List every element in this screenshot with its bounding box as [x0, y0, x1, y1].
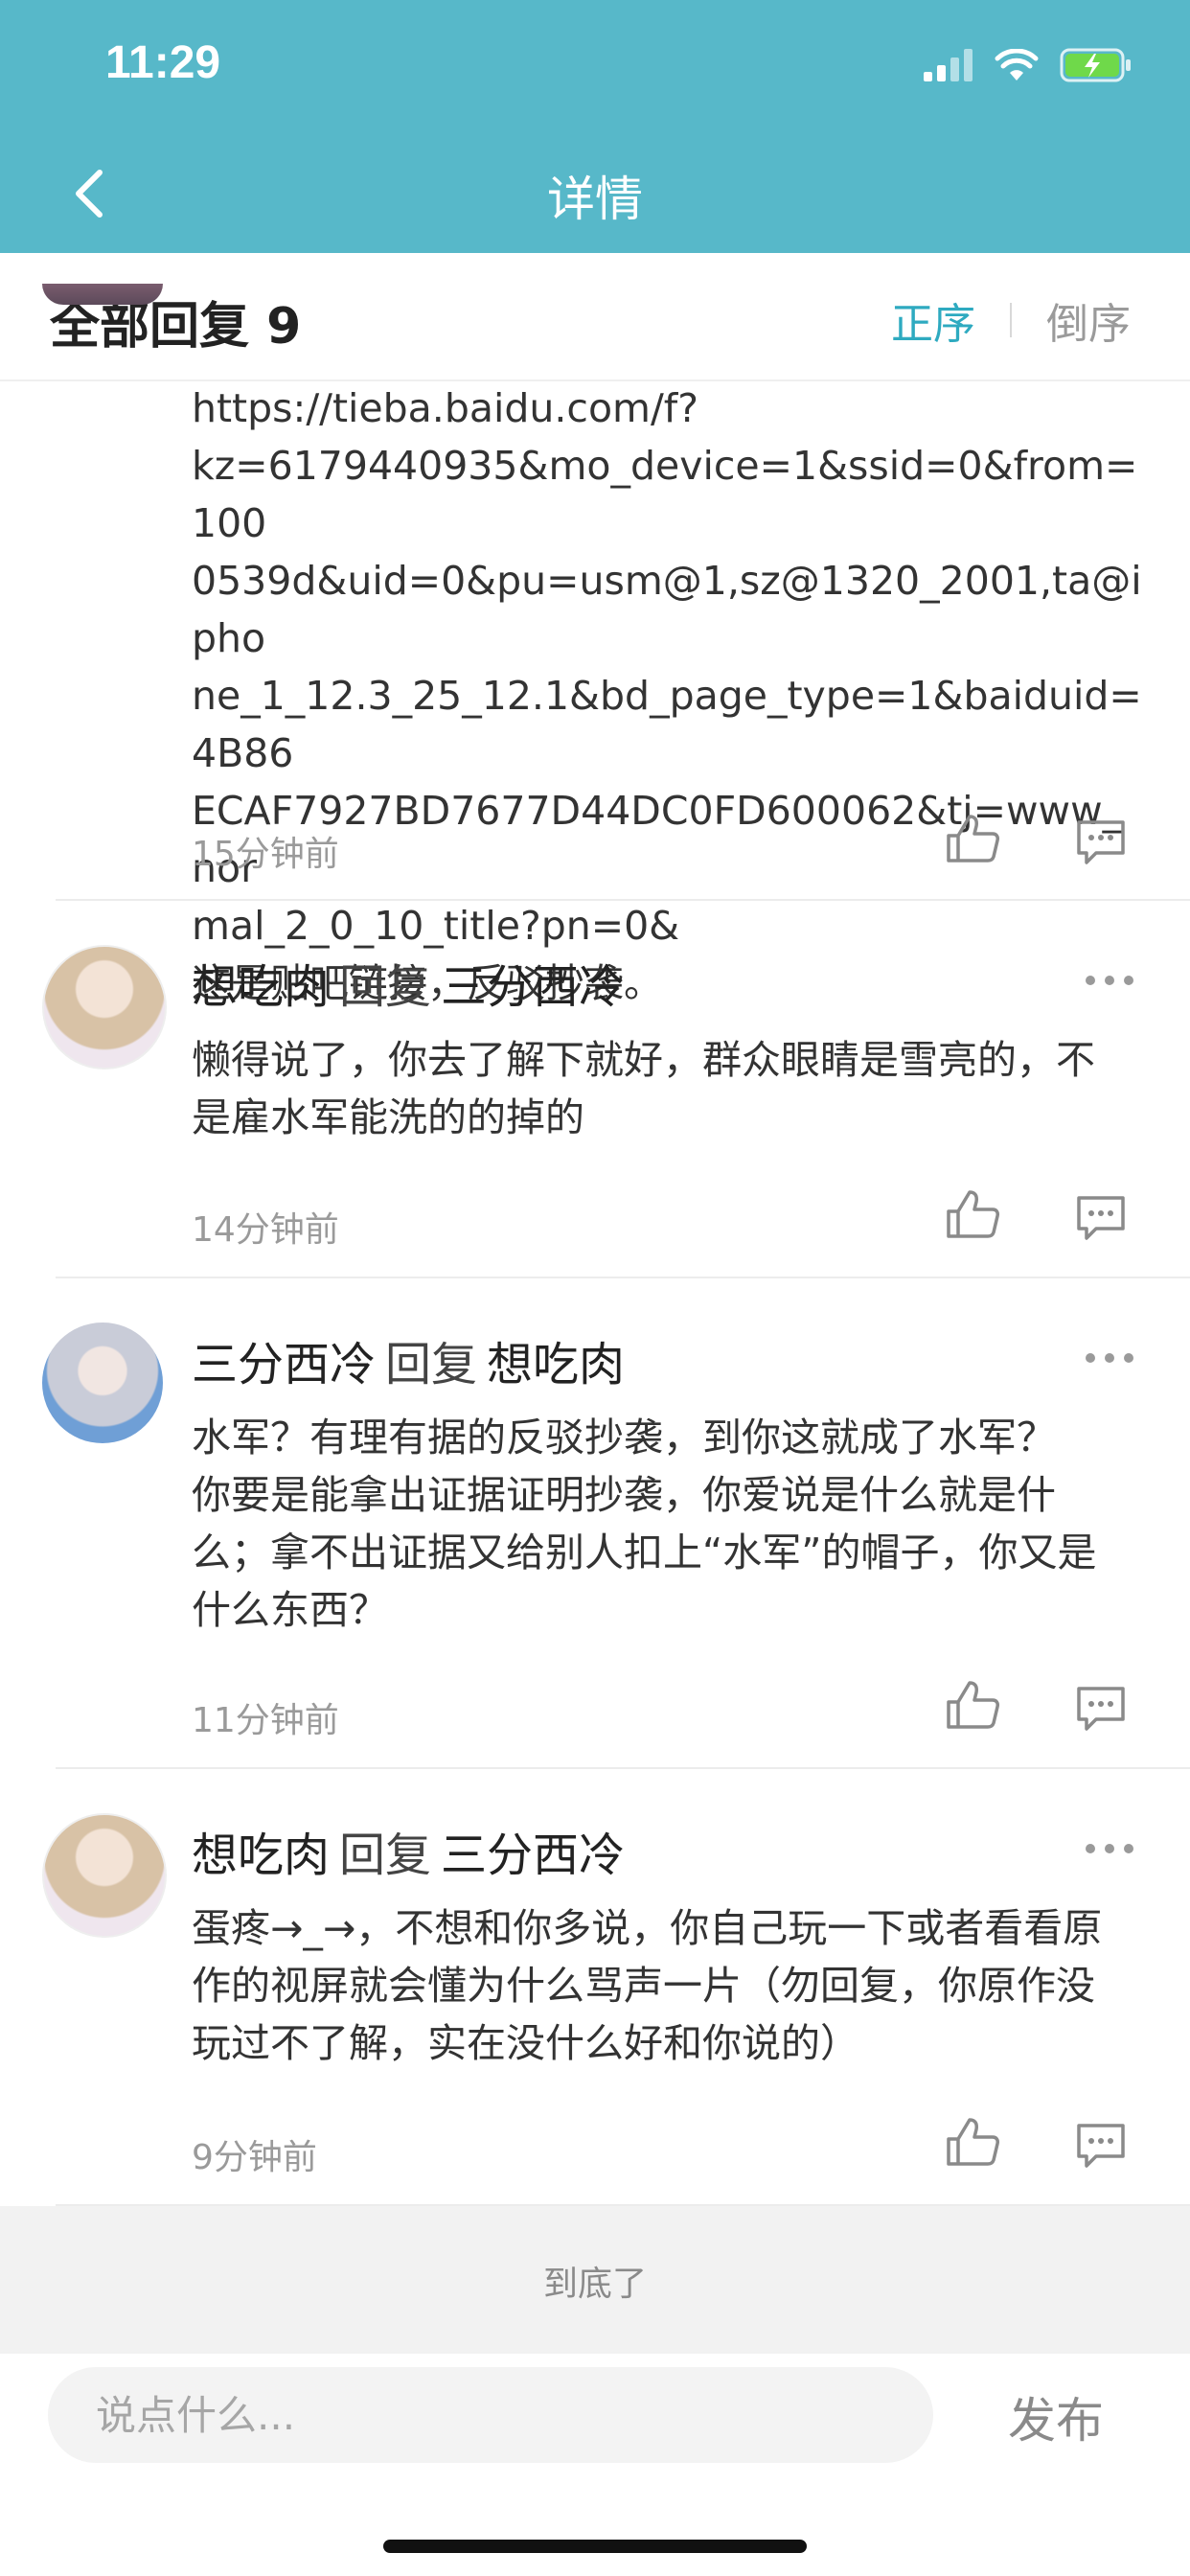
page-title: 详情	[547, 172, 643, 227]
comment-line: 蛋疼→_→，不想和你多说，你自己玩一下或者看看原	[192, 1905, 1103, 1951]
comment-line: 水军？有理有据的反驳抄袭，到你这就成了水军？	[192, 1414, 1056, 1460]
comment-item: 三分西冷 回复 想吃肉 水军？有理有据的反驳抄袭，到你这就成了水军？ 你要是能拿出证…	[0, 1278, 1190, 1769]
like-button[interactable]	[945, 1679, 1000, 1731]
comment-line: ne_1_12.3_25_12.1&bd_page_type=1&baiduid…	[192, 673, 1142, 776]
reply-button[interactable]	[1073, 2120, 1129, 2172]
like-icon	[947, 1190, 999, 1238]
like-icon	[947, 1681, 999, 1729]
more-dots-icon	[1086, 1844, 1133, 1853]
sort-descending-button[interactable]: 倒序	[1046, 289, 1131, 351]
reply-target[interactable]: 三分西冷	[441, 960, 625, 1014]
comment-time: 11分钟前	[192, 1701, 339, 1740]
nav-bar: 详情	[0, 134, 1190, 253]
comment-header: 想吃肉 回复 三分西冷	[192, 1817, 625, 1884]
comment-time: 14分钟前	[192, 1210, 339, 1250]
reply-icon	[1077, 1196, 1125, 1240]
like-icon	[947, 2118, 999, 2166]
battery-charging-icon	[1060, 48, 1131, 82]
comment-text: 水军？有理有据的反驳抄袭，到你这就成了水军？ 你要是能拿出证据证明抄袭，你爱说是…	[192, 1409, 1142, 1639]
comment-list: https://tieba.baidu.com/f? kz=6179440935…	[0, 284, 1190, 2206]
comment-line: 是雇水军能洗的的掉的	[192, 1094, 584, 1140]
like-icon	[947, 815, 999, 862]
comment-composer: 发布	[0, 2354, 1190, 2576]
comment-text: 懒得说了，你去了解下就好，群众眼睛是雪亮的，不 是雇水军能洗的的掉的	[192, 1031, 1142, 1146]
reply-filter-bar: 全部回复 9 正序 倒序	[0, 253, 1190, 381]
publish-button[interactable]: 发布	[1008, 2382, 1104, 2451]
sort-ascending-button[interactable]: 正序	[891, 289, 975, 351]
reply-icon	[1077, 2124, 1125, 2168]
reply-label: 回复	[339, 1828, 432, 1882]
reply-icon	[1077, 1687, 1125, 1731]
status-icons	[924, 46, 1133, 84]
comment-input[interactable]	[48, 2367, 933, 2463]
comment-item: 想吃肉 回复 三分西冷 蛋疼→_→，不想和你多说，你自己玩一下或者看看原 作的视屏就…	[0, 1769, 1190, 2206]
home-indicator	[383, 2540, 807, 2553]
comment-text: 蛋疼→_→，不想和你多说，你自己玩一下或者看看原 作的视屏就会懂为什么骂声一片（…	[192, 1899, 1142, 2072]
comment-line: 懒得说了，你去了解下就好，群众眼睛是雪亮的，不	[192, 1037, 1095, 1083]
avatar[interactable]	[42, 1322, 163, 1443]
like-button[interactable]	[945, 1188, 1000, 1240]
avatar[interactable]	[42, 945, 167, 1070]
more-dots-icon	[1086, 976, 1133, 985]
comment-author[interactable]: 想吃肉	[192, 1828, 330, 1882]
more-options-button[interactable]	[1081, 1834, 1138, 1863]
end-of-list-text: 到底了	[542, 2265, 647, 2304]
more-options-button[interactable]	[1081, 1344, 1138, 1372]
reply-button[interactable]	[1073, 1192, 1129, 1244]
comment-line: 玩过不了解，实在没什么好和你说的）	[192, 2020, 859, 2066]
end-of-list: 到底了	[0, 2206, 1190, 2354]
comment-author[interactable]: 三分西冷	[192, 1338, 376, 1392]
reply-label: 回复	[385, 1338, 478, 1392]
reply-button[interactable]	[1073, 1683, 1129, 1735]
comment-line: 0539d&uid=0&pu=usm@1,sz@1320_2001,ta@iph…	[192, 558, 1142, 661]
reply-button[interactable]	[1073, 816, 1129, 868]
comment-line: 么；拿不出证据又给别人扣上“水军”的帽子，你又是	[192, 1530, 1097, 1576]
like-button[interactable]	[945, 2116, 1000, 2168]
avatar[interactable]	[42, 284, 163, 305]
comment-item: 想吃肉 回复 三分西冷 懒得说了，你去了解下就好，群众眼睛是雪亮的，不 是雇水军能洗…	[0, 901, 1190, 1278]
reply-label: 回复	[339, 960, 432, 1014]
wifi-icon	[995, 49, 1039, 80]
comment-line: 你要是能拿出证据证明抄袭，你爱说是什么就是什	[192, 1472, 1056, 1518]
comment-line: 什么东西？	[192, 1587, 388, 1633]
reply-target[interactable]: 想吃肉	[487, 1338, 625, 1392]
status-bar: 11:29	[0, 0, 1190, 134]
reply-target[interactable]: 三分西冷	[441, 1828, 625, 1882]
more-dots-icon	[1086, 1353, 1133, 1363]
signal-icon	[924, 49, 973, 81]
comment-line: 作的视屏就会懂为什么骂声一片（勿回复，你原作没	[192, 1963, 1095, 2009]
comment-line: https://tieba.baidu.com/f?	[192, 385, 698, 431]
reply-icon	[1077, 820, 1125, 864]
sort-toggle: 正序 倒序	[891, 289, 1131, 351]
comment-item: https://tieba.baidu.com/f? kz=6179440935…	[0, 284, 1190, 1006]
sort-divider	[1010, 303, 1012, 337]
comment-header: 三分西冷 回复 想吃肉	[192, 1326, 625, 1393]
like-button[interactable]	[945, 813, 1000, 864]
status-time: 11:29	[105, 37, 221, 88]
comment-line: kz=6179440935&mo_device=1&ssid=0&from=10…	[192, 443, 1138, 546]
comment-header: 想吃肉 回复 三分西冷	[192, 949, 625, 1016]
comment-time: 9分钟前	[192, 2138, 317, 2177]
more-options-button[interactable]	[1081, 966, 1138, 995]
comment-time: 15分钟前	[192, 835, 339, 874]
comment-author[interactable]: 想吃肉	[192, 960, 330, 1014]
avatar[interactable]	[42, 1813, 167, 1938]
